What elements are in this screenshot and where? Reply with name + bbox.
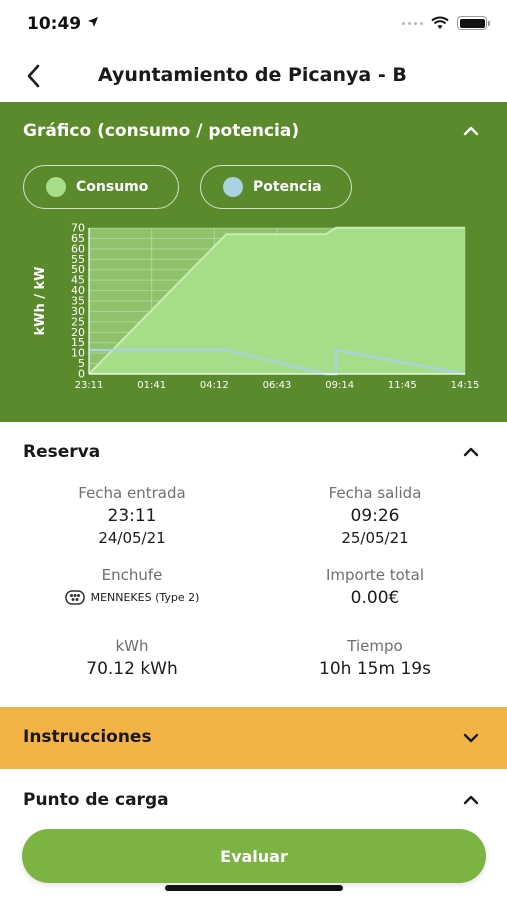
enchufe-label: Enchufe — [101, 566, 163, 584]
wifi-icon — [431, 16, 449, 29]
battery-icon — [457, 16, 490, 30]
x-tick-label: 09:14 — [325, 380, 354, 391]
importe-value: 0.00€ — [350, 588, 400, 608]
chevron-down-icon — [463, 733, 479, 743]
evaluar-button[interactable]: Evaluar — [22, 829, 486, 883]
reserva-title: Reserva — [23, 442, 101, 462]
kwh-value: 70.12 kWh — [86, 659, 178, 679]
tiempo: Tiempo 10h 15m 19s — [255, 637, 495, 679]
page-title: Ayuntamiento de Picanya - B — [98, 64, 407, 86]
enchufe: Enchufe MENNEKES (Type 2) — [12, 566, 252, 605]
fecha-salida-time: 09:26 — [350, 506, 400, 526]
importe-total: Importe total 0.00€ — [255, 566, 495, 608]
fecha-salida-date: 25/05/21 — [341, 529, 409, 547]
status-bar: 10:49 — [0, 0, 507, 50]
fecha-salida-label: Fecha salida — [328, 484, 422, 502]
location-arrow-icon — [88, 17, 98, 27]
x-tick-label: 11:45 — [388, 380, 417, 391]
instrucciones-section[interactable]: Instrucciones — [0, 707, 507, 769]
x-tick-label: 04:12 — [200, 380, 229, 391]
punto-carga-title: Punto de carga — [23, 790, 169, 810]
tiempo-label: Tiempo — [347, 637, 403, 655]
signal-icon — [402, 21, 423, 25]
connector-type: MENNEKES (Type 2) — [12, 590, 252, 605]
consumption-chart: 051015202530354045505560657023:11 01:41 04… — [33, 222, 480, 392]
fecha-entrada-date: 24/05/21 — [98, 529, 166, 547]
chevron-left-icon — [27, 64, 40, 88]
y-axis-label: kWh / kW — [33, 266, 48, 335]
tiempo-value: 10h 15m 19s — [319, 659, 431, 679]
kwh-label: kWh — [115, 637, 149, 655]
fecha-entrada-label: Fecha entrada — [78, 484, 186, 502]
x-tick-label: 14:15 — [451, 380, 480, 391]
importe-label: Importe total — [325, 566, 425, 584]
connector-label: MENNEKES (Type 2) — [90, 591, 200, 604]
home-indicator — [165, 885, 343, 891]
fecha-salida: Fecha salida 09:26 25/05/21 — [255, 484, 495, 547]
nav-bar: Ayuntamiento de Picanya - B — [0, 50, 507, 102]
fecha-entrada-time: 23:11 — [107, 506, 157, 526]
plug-type2-icon — [64, 590, 85, 605]
kwh: kWh 70.12 kWh — [12, 637, 252, 679]
x-tick-label: 23:11 — [75, 380, 104, 391]
evaluar-label: Evaluar — [220, 846, 288, 866]
status-time: 10:49 — [27, 14, 82, 34]
x-tick-label: 01:41 — [137, 380, 166, 391]
fecha-entrada: Fecha entrada 23:11 24/05/21 — [12, 484, 252, 547]
instrucciones-title: Instrucciones — [23, 727, 152, 747]
graph-section: Gráfico (consumo / potencia) Consumo Pot… — [0, 102, 507, 422]
chevron-up-icon[interactable] — [463, 795, 479, 805]
chevron-up-icon[interactable] — [463, 447, 479, 457]
status-indicators — [402, 16, 490, 30]
x-tick-label: 06:43 — [263, 380, 292, 391]
back-button[interactable] — [20, 62, 46, 90]
y-tick-label: 70 — [71, 222, 85, 235]
